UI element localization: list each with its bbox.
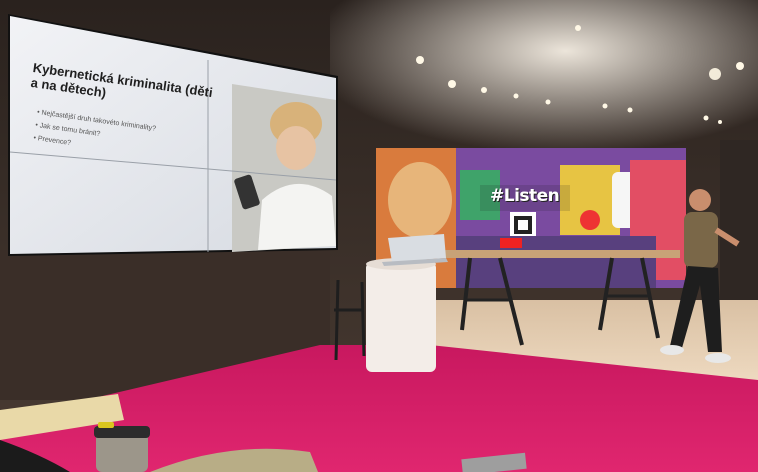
presenter-head — [689, 189, 711, 211]
mural-hashtag: #Listen — [490, 186, 560, 206]
laptop — [388, 234, 446, 262]
presenter-shirt — [684, 212, 718, 268]
event-photo: Kybernetická kriminalita (děti a na děte… — [0, 0, 758, 472]
mural-face — [388, 162, 452, 238]
ceiling-light-glow — [330, 0, 758, 170]
mural-sticker — [580, 210, 600, 230]
boy-face — [276, 126, 316, 170]
red-item-on-table — [500, 238, 522, 248]
coffee-cup — [94, 422, 150, 472]
